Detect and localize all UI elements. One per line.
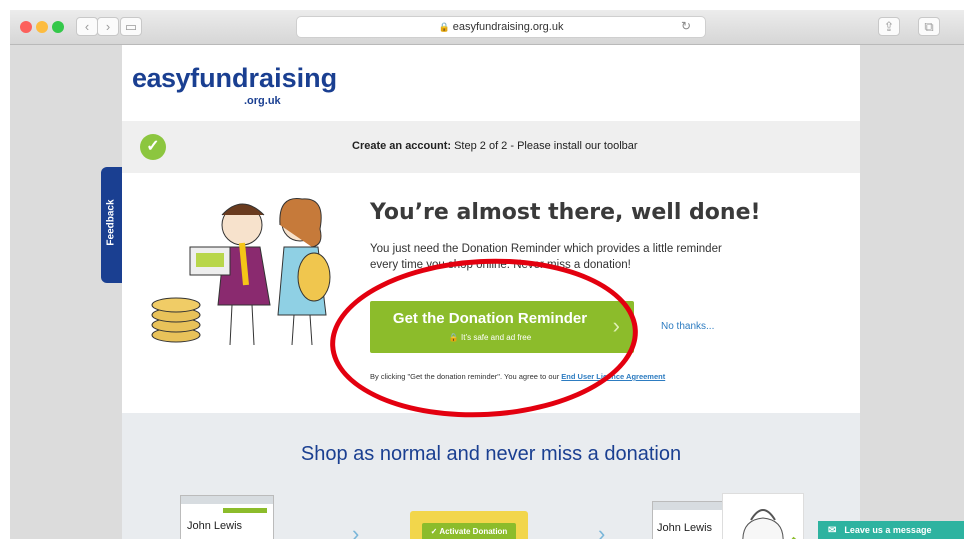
logo-fundraising: fundraising [190, 63, 338, 93]
reload-icon[interactable]: ↻ [681, 19, 691, 33]
feedback-tab[interactable]: Feedback [101, 167, 123, 283]
hero-headline: You’re almost there, well done! [370, 200, 761, 225]
back-button[interactable]: ‹ [76, 17, 98, 36]
step-description: Step 2 of 2 - Please install our toolbar [454, 140, 638, 152]
girl-with-laptop-icon [189, 203, 271, 346]
how-it-works-section: Shop as normal and never miss a donation… [122, 413, 860, 539]
card3-brand: John Lewis [657, 522, 713, 534]
envelope-icon: ✉ [828, 525, 837, 536]
step-text: Create an account: Step 2 of 2 - Please … [352, 140, 638, 152]
girl-with-coin-icon [277, 198, 331, 346]
illustration-girls-with-coins [151, 198, 331, 346]
card-header [653, 502, 727, 510]
handbag-icon [722, 493, 804, 539]
close-window-button[interactable] [20, 21, 32, 33]
step-card-1: John Lewis [180, 495, 274, 539]
check-icon: ✓ [140, 134, 166, 160]
coin-stack-icon [151, 297, 201, 343]
tabs-icon[interactable]: ⧉ [918, 17, 940, 36]
card1-brand: John Lewis [187, 520, 243, 532]
address-url: easyfundraising.org.uk [452, 21, 564, 33]
zoom-window-button[interactable] [52, 21, 64, 33]
check-icon: ✓ [430, 527, 438, 536]
activate-donation-badge: ✓ Activate Donation [422, 523, 516, 539]
site-logo[interactable]: easyfundraising .org.uk [132, 63, 338, 107]
sidebar-icon[interactable]: ▭ [120, 17, 142, 36]
section-title: Shop as normal and never miss a donation [300, 443, 682, 465]
logo-domain: .org.uk [244, 95, 281, 107]
forward-button[interactable]: › [97, 17, 119, 36]
lock-icon: 🔒 [438, 22, 450, 32]
address-url-wrapper: 🔒 easyfundraising.org.uk [297, 21, 705, 33]
page-content: easyfundraising .org.uk ✓ Create an acco… [122, 45, 860, 539]
share-icon[interactable]: ⇪ [878, 17, 900, 36]
page-viewport: Feedback easyfundraising .org.uk ✓ Creat… [10, 45, 964, 539]
arrow-right-icon: › [352, 521, 360, 539]
step-card-3: John Lewis [652, 501, 728, 539]
step-bar: ✓ Create an account: Step 2 of 2 - Pleas… [122, 121, 860, 173]
card-badge [223, 508, 267, 513]
address-bar[interactable]: 🔒 easyfundraising.org.uk ↻ [296, 16, 706, 38]
arrow-right-icon: › [598, 521, 606, 539]
card-header [181, 496, 273, 504]
browser-toolbar: ‹ › ▭ 🔒 easyfundraising.org.uk ↻ ⇪ ⧉ [10, 10, 964, 45]
activate-label: Activate Donation [439, 527, 508, 536]
no-thanks-link[interactable]: No thanks... [661, 321, 714, 332]
browser-window: ‹ › ▭ 🔒 easyfundraising.org.uk ↻ ⇪ ⧉ Feed… [10, 10, 964, 539]
chat-label: Leave us a message [844, 525, 932, 535]
leave-message-chat-button[interactable]: ✉ Leave us a message [818, 521, 964, 539]
step-card-2: ✓ Activate Donation [410, 511, 528, 539]
minimize-window-button[interactable] [36, 21, 48, 33]
feedback-label: Feedback [105, 199, 117, 246]
logo-easy: easy [132, 63, 191, 93]
step-label: Create an account: [352, 140, 452, 152]
red-annotation-circle [326, 251, 642, 425]
